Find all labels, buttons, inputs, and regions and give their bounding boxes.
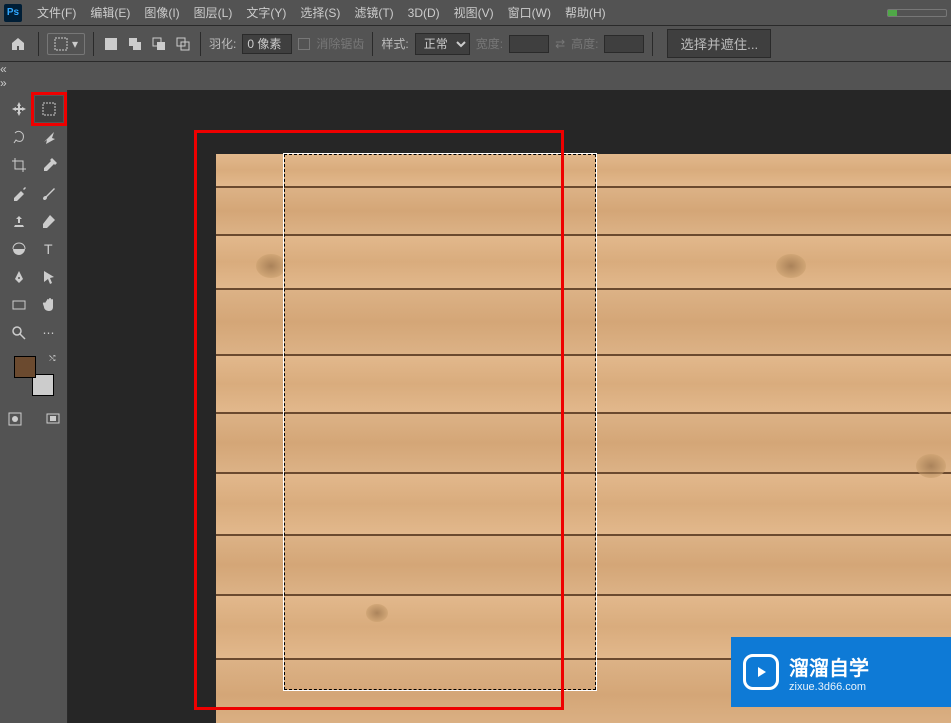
eyedropper-tool[interactable] [35,152,63,178]
path-selection-tool[interactable] [35,264,63,290]
svg-text:T: T [44,241,53,257]
clone-stamp-tool[interactable] [5,208,33,234]
type-tool[interactable]: T [35,236,63,262]
menu-view[interactable]: 视图(V) [447,4,501,21]
menu-edit[interactable]: 编辑(E) [83,4,137,21]
rectangle-tool[interactable] [5,292,33,318]
tools-panel: T ⋯ ⤭ [0,90,68,723]
crop-tool[interactable] [5,152,33,178]
menu-file[interactable]: 文件(F) [30,4,83,21]
rectangular-marquee-tool[interactable] [35,96,63,122]
app-icon: Ps [4,4,22,22]
menu-select[interactable]: 选择(S) [293,4,347,21]
height-label: 高度: [571,35,598,52]
style-label: 样式: [381,35,408,52]
foreground-color-swatch[interactable] [14,356,36,378]
collapse-icon[interactable]: « [0,62,951,76]
collapse-icon[interactable]: » [0,76,951,90]
watermark-title: 溜溜自学 [789,652,869,681]
feather-input[interactable] [242,34,292,54]
menu-bar: Ps 文件(F) 编辑(E) 图像(I) 图层(L) 文字(Y) 选择(S) 滤… [0,0,951,26]
move-tool[interactable] [5,96,33,122]
height-field [604,35,644,53]
new-selection-icon[interactable] [102,35,120,53]
watermark-url: zixue.3d66.com [789,681,869,693]
marquee-tool-preset-picker[interactable]: ▾ [47,33,85,55]
intersect-selection-icon[interactable] [174,35,192,53]
progress-bar [887,9,947,17]
pen-tool[interactable] [5,264,33,290]
watermark: 溜溜自学 zixue.3d66.com [731,637,951,707]
width-field [509,35,549,53]
select-and-mask-button[interactable]: 选择并遮住... [667,29,771,58]
play-icon [743,654,779,690]
feather-label: 羽化: [209,35,236,52]
style-select[interactable]: 正常 [415,33,470,55]
swap-wh-icon: ⇄ [555,37,565,51]
menu-filter[interactable]: 滤镜(T) [347,4,400,21]
color-swatches[interactable]: ⤭ [14,356,54,396]
add-selection-icon[interactable] [126,35,144,53]
menu-window[interactable]: 窗口(W) [501,4,558,21]
healing-brush-tool[interactable] [5,180,33,206]
zoom-tool[interactable] [5,320,33,346]
width-label: 宽度: [476,35,503,52]
gradient-tool[interactable] [5,236,33,262]
menu-image[interactable]: 图像(I) [137,4,186,21]
more-tools-icon[interactable]: ⋯ [35,320,63,346]
menu-help[interactable]: 帮助(H) [558,4,613,21]
brush-tool[interactable] [35,180,63,206]
antialias-checkbox[interactable] [298,38,310,50]
eraser-tool[interactable] [35,208,63,234]
hand-tool[interactable] [35,292,63,318]
menu-layer[interactable]: 图层(L) [187,4,240,21]
menu-type[interactable]: 文字(Y) [239,4,293,21]
swap-colors-icon[interactable]: ⤭ [49,354,55,364]
screen-mode-icon[interactable] [39,406,67,432]
antialias-label: 消除锯齿 [316,35,364,52]
home-icon[interactable] [6,32,30,56]
canvas-area[interactable]: 溜溜自学 zixue.3d66.com [68,90,951,723]
quick-selection-tool[interactable] [35,124,63,150]
quick-mask-icon[interactable] [1,406,29,432]
subtract-selection-icon[interactable] [150,35,168,53]
lasso-tool[interactable] [5,124,33,150]
options-bar: ▾ 羽化: 消除锯齿 样式: 正常 宽度: ⇄ 高度: 选择并遮住... [0,26,951,62]
menu-3d[interactable]: 3D(D) [401,6,447,20]
